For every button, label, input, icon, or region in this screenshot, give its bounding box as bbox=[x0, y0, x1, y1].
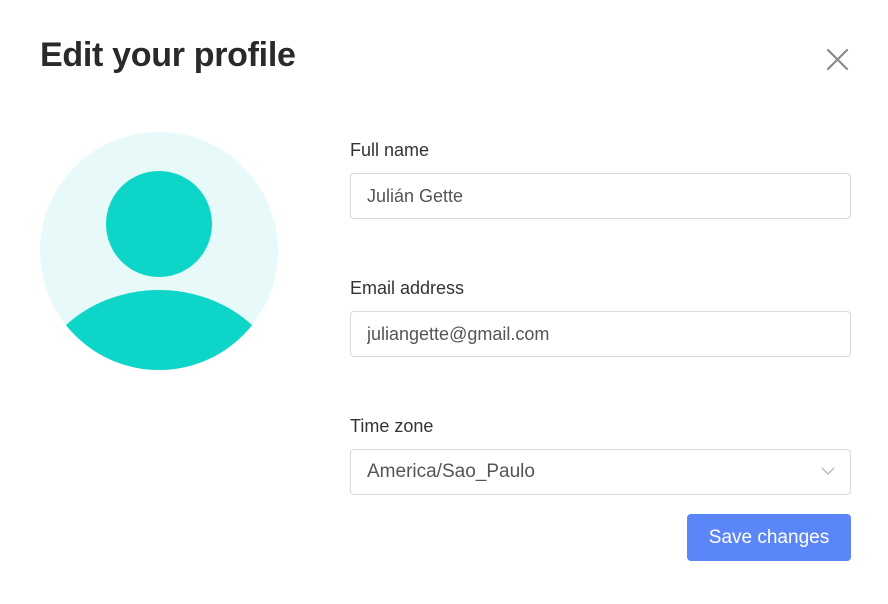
time-zone-label: Time zone bbox=[350, 416, 434, 436]
email-input[interactable] bbox=[350, 311, 851, 357]
time-zone-field: Time zone America/Sao_Paulo bbox=[350, 414, 851, 495]
close-button[interactable] bbox=[822, 46, 852, 76]
time-zone-select[interactable]: America/Sao_Paulo bbox=[350, 449, 851, 495]
profile-form: Full name Email address Time zone Americ… bbox=[350, 138, 851, 495]
full-name-label: Full name bbox=[350, 140, 430, 160]
email-field: Email address bbox=[350, 276, 851, 357]
email-label: Email address bbox=[350, 278, 465, 298]
full-name-field: Full name bbox=[350, 138, 851, 219]
full-name-input[interactable] bbox=[350, 173, 851, 219]
chevron-down-icon bbox=[821, 467, 835, 475]
dialog-title: Edit your profile bbox=[40, 36, 296, 74]
user-avatar-icon bbox=[40, 132, 278, 370]
save-changes-button[interactable]: Save changes bbox=[687, 514, 851, 561]
edit-profile-dialog: Edit your profile Full name Ema bbox=[0, 0, 888, 604]
time-zone-value: America/Sao_Paulo bbox=[367, 461, 535, 482]
avatar bbox=[40, 132, 278, 370]
close-icon bbox=[826, 48, 849, 71]
